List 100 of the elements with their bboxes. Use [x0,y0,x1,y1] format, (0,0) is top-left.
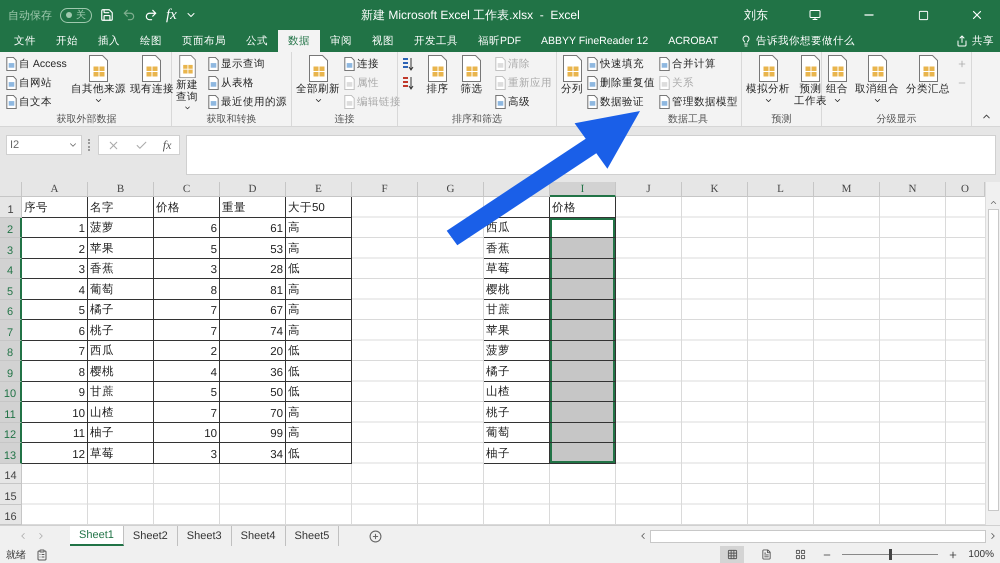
ribbon-button[interactable]: 新建 查询 [175,55,199,112]
save-icon[interactable] [100,8,114,22]
column-header[interactable]: O [946,182,985,197]
column-header[interactable]: G [418,182,484,197]
sheet-icon [308,55,328,82]
row-header[interactable]: 10 [0,382,22,402]
ribbon-button[interactable]: 删除重复值 [586,74,656,92]
zoom-in-icon[interactable] [948,550,958,560]
ribbon-button[interactable]: 现有连接 [128,55,175,112]
share-button[interactable]: 共享 [950,30,1000,52]
sort-ascending-button[interactable] [401,55,415,73]
ribbon-button[interactable]: 自 Access [5,55,68,73]
row-header[interactable]: 14 [0,464,22,484]
row-header[interactable]: 8 [0,340,22,361]
ribbon-button[interactable]: 最近使用的源 [207,93,288,111]
row-header[interactable]: 11 [0,402,22,422]
ribbon-button[interactable]: 连接 [343,55,402,73]
column-header[interactable]: D [220,182,286,197]
macro-icon[interactable] [36,548,48,560]
row-header[interactable]: 7 [0,320,22,340]
ribbon-button[interactable]: 取消组合 [854,55,900,112]
ribbon-button[interactable]: 高级 [494,93,553,111]
row-header[interactable]: 3 [0,238,22,258]
ribbon-tab[interactable]: 审阅 [320,30,362,52]
row-header[interactable]: 9 [0,361,22,382]
table-cell: 67 [220,300,286,320]
table-cell: 低 [286,361,352,382]
ribbon-button[interactable]: 管理数据模型 [658,93,739,111]
ribbon-button[interactable]: 分列 [560,55,584,112]
vertical-scrollbar[interactable] [985,182,1000,525]
column-header[interactable]: A [22,182,88,197]
ribbon-button[interactable]: 自网站 [5,74,68,92]
column-header[interactable]: B [88,182,154,197]
row-header[interactable]: 5 [0,279,22,300]
row-header[interactable]: 16 [0,504,22,525]
insert-function-button[interactable]: fx [162,138,172,152]
ribbon-tab[interactable]: 开发工具 [404,30,468,52]
ribbon-button[interactable]: 模拟分析 [745,55,791,112]
ribbon-tab[interactable]: 插入 [88,30,130,52]
table-cell: 草莓 [88,443,154,464]
ribbon-button[interactable]: 分类汇总 [905,55,951,112]
redo-icon[interactable] [144,8,158,22]
sort-icon [402,57,414,71]
page-icon [6,95,17,109]
column-header[interactable]: E [286,182,352,197]
ribbon-tab[interactable]: 文件 [4,30,46,52]
ribbon-tab[interactable]: 页面布局 [172,30,236,52]
table-cell: 99 [220,422,286,443]
ribbon-button[interactable]: 自文本 [5,93,68,111]
column-header[interactable]: L [748,182,814,197]
ribbon-button[interactable]: 全部刷新 [295,55,341,112]
ribbon-button[interactable]: 组合 [825,55,849,112]
page-icon [494,76,506,90]
row-header[interactable]: 1 [0,197,22,218]
zoom-percent[interactable]: 100% [968,549,1000,560]
table-cell: 甘蔗 [484,300,550,320]
ribbon-tab[interactable]: 绘图 [130,30,172,52]
ribbon-tab[interactable]: 福昕PDF [468,30,531,52]
row-header[interactable]: 6 [0,300,22,320]
table-cell: 高 [286,300,352,320]
table-cell: 西瓜 [88,340,154,361]
ribbon-button[interactable]: 显示查询 [207,55,288,73]
row-header[interactable]: 15 [0,484,22,504]
column-header[interactable]: M [814,182,880,197]
column-header[interactable]: J [616,182,682,197]
row-header[interactable]: 2 [0,218,22,238]
ribbon-tab[interactable]: 开始 [46,30,88,52]
scroll-up-icon [988,198,998,207]
ribbon-button[interactable]: 从表格 [207,74,288,92]
column-header[interactable]: C [154,182,220,197]
ribbon-button[interactable]: 合并计算 [658,55,739,73]
function-button[interactable]: fx [166,6,177,24]
ribbon-button[interactable]: 筛选 [460,55,484,112]
ribbon-tab[interactable]: 公式 [236,30,278,52]
ribbon-button[interactable]: 排序 [425,55,450,112]
zoom-thumb[interactable] [889,549,892,560]
column-header[interactable]: F [352,182,418,197]
row-header[interactable]: 4 [0,258,22,279]
column-header[interactable]: K [682,182,748,197]
ribbon-tab[interactable]: ABBYY FineReader 12 [531,30,658,52]
ribbon-tab[interactable]: 数据 [278,30,320,52]
view-button[interactable] [720,546,744,563]
row-header[interactable]: 13 [0,443,22,464]
ribbon-button[interactable]: 数据验证 [586,93,656,111]
column-header[interactable]: N [880,182,946,197]
ribbon-button[interactable]: 自其他来源 [70,55,127,112]
sheet-tab[interactable]: Sheet1 [70,526,124,546]
tell-me-button[interactable]: 告诉我你想要做什么 [734,30,862,52]
page-icon [659,95,670,109]
page-icon [344,95,355,109]
name-box[interactable]: I2 [6,135,82,155]
column-header[interactable]: I [550,182,616,197]
row-header[interactable]: 12 [0,422,22,443]
formula-input[interactable] [186,135,996,175]
sort-descending-button[interactable] [401,74,415,92]
table-cell: 高 [286,279,352,300]
ribbon-tab[interactable]: ACROBAT [658,30,728,52]
ribbon-button[interactable]: 快速填充 [586,55,656,73]
ribbon-tab[interactable]: 视图 [362,30,404,52]
sheet-icon [88,55,108,82]
